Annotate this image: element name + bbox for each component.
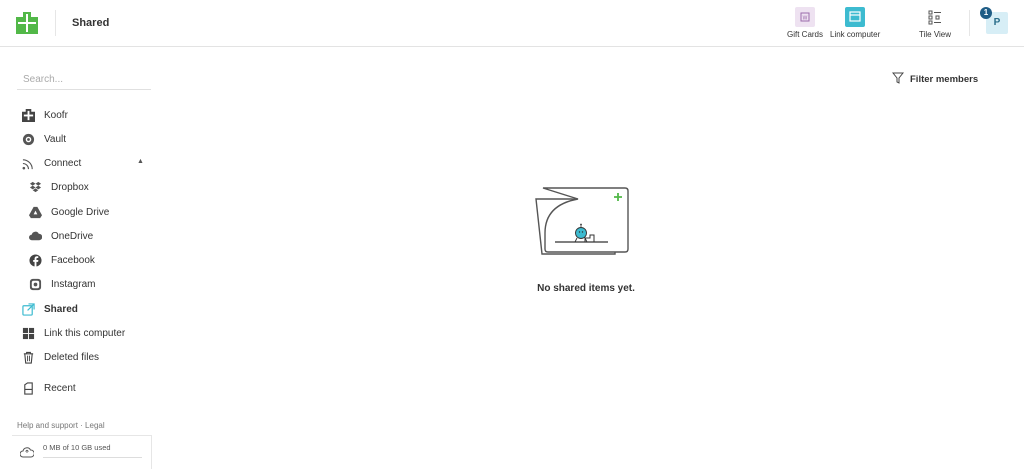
sidebar-item-label: Koofr (44, 109, 68, 121)
rss-icon (21, 156, 35, 170)
header-divider (55, 10, 56, 36)
gift-cards-button[interactable]: W Gift Cards (787, 7, 823, 39)
sidebar-item-label: OneDrive (51, 230, 94, 242)
link-computer-label: Link computer (830, 30, 881, 39)
tile-view-button[interactable]: Tile View (919, 7, 951, 39)
sidebar-item-facebook[interactable]: Facebook (28, 250, 95, 270)
empty-folder-illustration (535, 187, 629, 255)
sidebar-item-link-computer[interactable]: Link this computer (21, 323, 125, 343)
cloud-storage-icon (19, 445, 35, 463)
sidebar-item-shared[interactable]: Shared (21, 299, 78, 319)
trash-icon (21, 350, 35, 364)
link-computer-button[interactable]: Link computer (830, 7, 880, 39)
sidebar-item-label: Deleted files (44, 351, 100, 363)
sidebar-item-deleted-files[interactable]: Deleted files (21, 347, 99, 367)
sidebar-item-label: Facebook (51, 254, 95, 266)
filter-members-button[interactable]: Filter members (891, 72, 979, 87)
sidebar-item-dropbox[interactable]: Dropbox (28, 177, 89, 197)
home-icon (21, 108, 35, 122)
header-divider-right (969, 10, 970, 36)
sidebar-item-koofr[interactable]: Koofr (21, 105, 68, 125)
sidebar-item-label: Vault (44, 133, 67, 145)
gift-card-icon: W (795, 7, 815, 27)
vault-icon (21, 132, 35, 146)
sidebar-item-connect[interactable]: Connect (21, 153, 81, 173)
koofr-logo[interactable] (16, 12, 38, 34)
recent-icon (21, 381, 35, 395)
svg-text:W: W (803, 16, 808, 22)
storage-usage-text: 0 MB of 10 GB used (43, 443, 111, 452)
filter-icon (891, 72, 905, 87)
computer-icon (845, 7, 866, 27)
search-input[interactable] (17, 70, 151, 90)
sidebar-item-recent[interactable]: Recent (21, 378, 76, 398)
top-header: Shared W Gift Cards Link computer Tile V… (0, 0, 1024, 47)
sidebar-item-label: Recent (44, 382, 76, 394)
facebook-icon (28, 253, 42, 267)
sidebar-item-instagram[interactable]: Instagram (28, 274, 95, 294)
sidebar-item-label: Shared (44, 303, 78, 315)
tile-view-label: Tile View (919, 30, 952, 39)
sidebar-item-vault[interactable]: Vault (21, 129, 66, 149)
empty-state-message: No shared items yet. (537, 283, 635, 294)
sidebar-item-label: Connect (44, 157, 82, 169)
sidebar-item-label: Dropbox (51, 181, 89, 193)
windows-icon (21, 326, 35, 340)
sidebar-item-google-drive[interactable]: Google Drive (28, 202, 109, 222)
gift-cards-label: Gift Cards (787, 30, 824, 39)
google-drive-icon (28, 205, 42, 219)
page-title: Shared (72, 17, 110, 29)
sidebar-item-label: Google Drive (51, 206, 110, 218)
chevron-up-icon[interactable]: ▲ (137, 158, 144, 165)
storage-usage: 0 MB of 10 GB used (12, 435, 152, 469)
help-and-legal-links[interactable]: Help and support · Legal (17, 421, 105, 430)
tile-view-icon (925, 7, 945, 27)
cloud-icon (28, 229, 42, 243)
sidebar-item-label: Link this computer (44, 327, 126, 339)
notification-badge[interactable]: 1 (980, 7, 992, 19)
sidebar-item-onedrive[interactable]: OneDrive (28, 226, 93, 246)
filter-members-label: Filter members (910, 74, 979, 85)
instagram-icon (28, 277, 42, 291)
storage-progress-bar (43, 457, 142, 458)
dropbox-icon (28, 180, 42, 194)
sidebar-item-label: Instagram (51, 278, 96, 290)
share-icon (21, 302, 35, 316)
